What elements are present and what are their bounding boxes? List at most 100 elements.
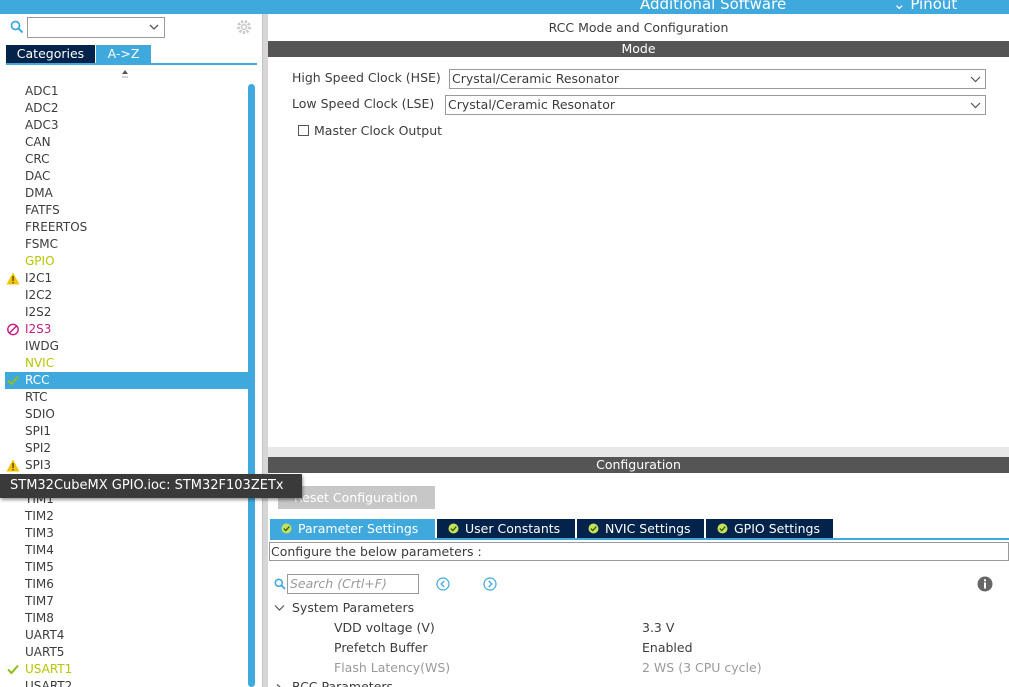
sidebar-item-tim2[interactable]: TIM2 bbox=[5, 508, 248, 525]
chevron-down-icon[interactable] bbox=[274, 604, 285, 612]
hse-value: Crystal/Ceramic Resonator bbox=[452, 71, 619, 86]
sidebar-item-label: SPI1 bbox=[25, 424, 52, 438]
master-clock-output-checkbox[interactable] bbox=[298, 125, 309, 136]
sidebar-item-label: USART2 bbox=[25, 679, 73, 687]
sidebar-item-adc1[interactable]: ADC1 bbox=[5, 83, 248, 100]
system-parameters-group[interactable]: System Parameters bbox=[292, 600, 414, 615]
sidebar-item-spi2[interactable]: SPI2 bbox=[5, 440, 248, 457]
sidebar-item-adc2[interactable]: ADC2 bbox=[5, 100, 248, 117]
sidebar-item-freertos[interactable]: FREERTOS bbox=[5, 219, 248, 236]
sidebar-item-label: GPIO bbox=[25, 254, 55, 268]
sidebar-item-tim8[interactable]: TIM8 bbox=[5, 610, 248, 627]
tab-user-constants[interactable]: User Constants bbox=[436, 519, 575, 538]
tab-gpio-settings[interactable]: GPIO Settings bbox=[705, 519, 833, 538]
tab-label: Parameter Settings bbox=[298, 521, 419, 536]
sidebar-item-rtc[interactable]: RTC bbox=[5, 389, 248, 406]
sidebar-item-label: TIM3 bbox=[25, 526, 54, 540]
parameter-search-input[interactable]: Search (Crtl+F) bbox=[287, 574, 419, 594]
sidebar-item-label: UART5 bbox=[25, 645, 65, 659]
sidebar-item-label: ADC3 bbox=[25, 118, 59, 132]
sidebar-item-gpio[interactable]: GPIO bbox=[5, 253, 248, 270]
sidebar-item-label: TIM2 bbox=[25, 509, 54, 523]
param-value[interactable]: Enabled bbox=[642, 640, 693, 655]
previous-match-icon[interactable] bbox=[436, 577, 450, 591]
param-value: 2 WS (3 CPU cycle) bbox=[642, 660, 762, 675]
sidebar-item-crc[interactable]: CRC bbox=[5, 151, 248, 168]
sidebar-item-label: CAN bbox=[25, 135, 51, 149]
chevron-down-icon bbox=[970, 102, 981, 109]
sidebar-item-label: TIM8 bbox=[25, 611, 54, 625]
hse-label: High Speed Clock (HSE) bbox=[292, 70, 441, 85]
info-icon[interactable] bbox=[977, 576, 993, 592]
sidebar-item-tim7[interactable]: TIM7 bbox=[5, 593, 248, 610]
chevron-down-icon bbox=[970, 76, 981, 83]
sidebar-item-label: NVIC bbox=[25, 356, 55, 370]
sidebar-item-sdio[interactable]: SDIO bbox=[5, 406, 248, 423]
sidebar-item-label: SDIO bbox=[25, 407, 55, 421]
sidebar-item-tim3[interactable]: TIM3 bbox=[5, 525, 248, 542]
tab-parameter-settings[interactable]: Parameter Settings bbox=[270, 519, 435, 538]
sidebar-item-label: RTC bbox=[25, 390, 48, 404]
sidebar-item-nvic[interactable]: NVIC bbox=[5, 355, 248, 372]
pinout-menu[interactable]: ⌄ Pinout bbox=[893, 0, 957, 13]
page-title: RCC Mode and Configuration bbox=[548, 20, 729, 35]
sidebar-item-label: TIM5 bbox=[25, 560, 54, 574]
sidebar-item-adc3[interactable]: ADC3 bbox=[5, 117, 248, 134]
param-name: VDD voltage (V) bbox=[334, 620, 435, 635]
tab-label: NVIC Settings bbox=[605, 521, 691, 536]
sidebar-item-fatfs[interactable]: FATFS bbox=[5, 202, 248, 219]
sidebar-item-label: I2S2 bbox=[25, 305, 52, 319]
sort-icon[interactable] bbox=[120, 69, 130, 81]
param-name: Prefetch Buffer bbox=[334, 640, 428, 655]
check-circle-icon bbox=[281, 523, 292, 534]
peripheral-tree-panel: Categories A->Z ADC1 ADC2 ADC3 CAN CRC DAC DMA… bbox=[0, 14, 262, 687]
param-value[interactable]: 3.3 V bbox=[642, 620, 674, 635]
scrollbar[interactable] bbox=[248, 84, 255, 687]
gear-icon[interactable] bbox=[235, 18, 253, 36]
sidebar-item-dma[interactable]: DMA bbox=[5, 185, 248, 202]
sidebar-item-usart2[interactable]: USART2 bbox=[5, 678, 248, 687]
sidebar-item-tim4[interactable]: TIM4 bbox=[5, 542, 248, 559]
next-match-icon[interactable] bbox=[483, 577, 497, 591]
additional-software-menu[interactable]: Additional Software bbox=[640, 0, 786, 13]
sidebar-item-usart1[interactable]: USART1 bbox=[5, 661, 248, 678]
sidebar-item-dac[interactable]: DAC bbox=[5, 168, 248, 185]
sidebar-item-i2c1[interactable]: I2C1 bbox=[5, 270, 248, 287]
sidebar-item-tim5[interactable]: TIM5 bbox=[5, 559, 248, 576]
sidebar-item-label: ADC1 bbox=[25, 84, 59, 98]
sidebar-item-iwdg[interactable]: IWDG bbox=[5, 338, 248, 355]
sidebar-item-uart5[interactable]: UART5 bbox=[5, 644, 248, 661]
tab-categories[interactable]: Categories bbox=[6, 45, 95, 63]
sidebar-item-label: UART4 bbox=[25, 628, 65, 642]
window-tooltip: STM32CubeMX GPIO.ioc: STM32F103ZETx bbox=[0, 474, 302, 498]
tab-underline bbox=[270, 538, 1009, 540]
tab-a-to-z[interactable]: A->Z bbox=[96, 45, 151, 63]
top-header: Additional Software ⌄ Pinout bbox=[0, 0, 1009, 14]
sidebar-item-label: I2C1 bbox=[25, 271, 53, 285]
sidebar-item-spi1[interactable]: SPI1 bbox=[5, 423, 248, 440]
mode-area-divider[interactable] bbox=[268, 447, 1009, 457]
sidebar-item-i2s3[interactable]: I2S3 bbox=[5, 321, 248, 338]
sidebar-item-i2c2[interactable]: I2C2 bbox=[5, 287, 248, 304]
hse-select[interactable]: Crystal/Ceramic Resonator bbox=[449, 69, 986, 89]
sidebar-item-tim6[interactable]: TIM6 bbox=[5, 576, 248, 593]
sidebar-item-label: IWDG bbox=[25, 339, 59, 353]
sidebar-item-i2s2[interactable]: I2S2 bbox=[5, 304, 248, 321]
sidebar-item-label: DAC bbox=[25, 169, 51, 183]
sidebar-item-label: FATFS bbox=[25, 203, 60, 217]
tab-underline bbox=[6, 63, 257, 65]
sidebar-item-uart4[interactable]: UART4 bbox=[5, 627, 248, 644]
lse-select[interactable]: Crystal/Ceramic Resonator bbox=[445, 95, 986, 115]
peripheral-list: ADC1 ADC2 ADC3 CAN CRC DAC DMA FATFS FREERTOS FSM… bbox=[5, 83, 248, 687]
sidebar-item-label: SPI3 bbox=[25, 458, 52, 472]
peripheral-search-combo[interactable] bbox=[27, 17, 165, 38]
search-icon[interactable] bbox=[10, 20, 24, 34]
sidebar-item-can[interactable]: CAN bbox=[5, 134, 248, 151]
sidebar-item-fsmc[interactable]: FSMC bbox=[5, 236, 248, 253]
warning-icon bbox=[6, 272, 20, 285]
sidebar-item-rcc[interactable]: RCC bbox=[5, 372, 248, 389]
sidebar-item-spi3[interactable]: SPI3 bbox=[5, 457, 248, 474]
check-icon bbox=[7, 375, 19, 386]
tab-nvic-settings[interactable]: NVIC Settings bbox=[576, 519, 704, 538]
rcc-parameters-group[interactable]: RCC Parameters bbox=[292, 679, 393, 687]
